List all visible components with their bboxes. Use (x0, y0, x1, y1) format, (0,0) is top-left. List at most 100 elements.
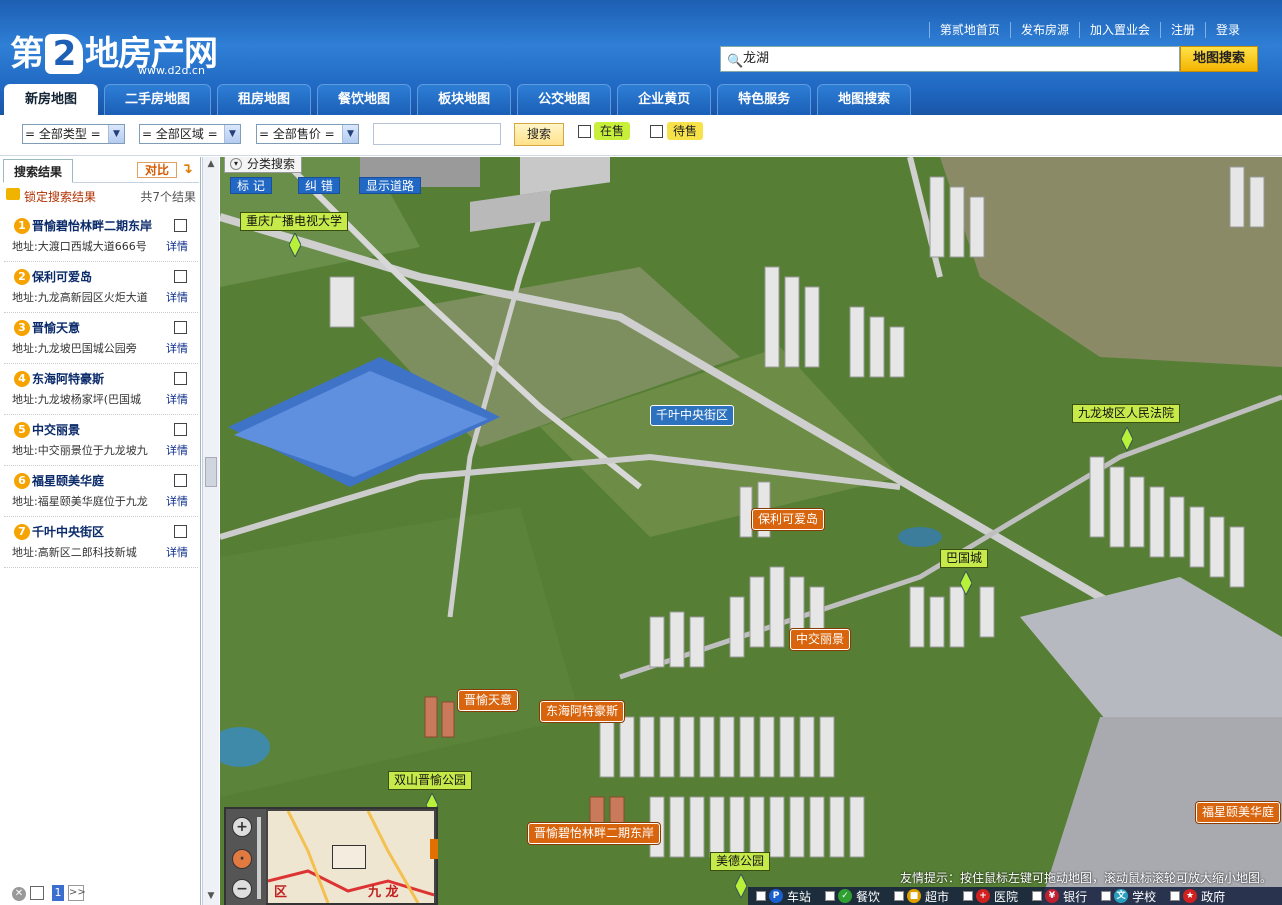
result-name-link[interactable]: 东海阿特豪斯 (32, 370, 104, 387)
poi-dining-toggle[interactable]: ✓ 餐饮 (817, 887, 886, 905)
map-property-label[interactable]: 中交丽景 (790, 629, 851, 650)
checkbox[interactable] (1032, 891, 1043, 901)
keyword-input[interactable] (373, 123, 501, 145)
results-scrollbar[interactable]: ▲ ▼ (202, 157, 219, 905)
result-name-link[interactable]: 千叶中央街区 (32, 523, 104, 540)
result-detail-link[interactable]: 详情 (166, 493, 188, 509)
list-view-icon[interactable] (30, 886, 44, 900)
tab-dining-map[interactable]: 餐饮地图 (317, 84, 412, 115)
lock-icon[interactable] (6, 188, 20, 200)
map-pin-icon[interactable] (1121, 427, 1133, 451)
map-property-label[interactable]: 千叶中央街区 (650, 405, 735, 426)
tab-rental-map[interactable]: 租房地图 (217, 84, 312, 115)
compare-arrow-icon[interactable]: ↴ (181, 161, 193, 177)
map-property-label[interactable]: 保利可爱岛 (752, 509, 825, 530)
map-poi-label[interactable]: 重庆广播电视大学 (240, 212, 349, 231)
compare-button[interactable]: 对比 (137, 162, 177, 178)
minimap-collapse-handle[interactable] (430, 839, 438, 859)
map-property-label[interactable]: 晋愉天意 (458, 690, 519, 711)
poi-station-toggle[interactable]: P 车站 (748, 887, 817, 905)
result-detail-link[interactable]: 详情 (166, 289, 188, 305)
checkbox[interactable] (963, 891, 974, 901)
result-compare-checkbox[interactable] (174, 525, 187, 538)
top-link-login[interactable]: 登录 (1204, 22, 1250, 38)
zoom-in-button[interactable]: + (232, 817, 252, 837)
result-compare-checkbox[interactable] (174, 474, 187, 487)
result-compare-checkbox[interactable] (174, 423, 187, 436)
map-canvas[interactable]: ▾ 分类搜索 标 记 纠 错 显示道路 重庆广播电视大学 九龙坡区人民法院 巴国… (220, 157, 1282, 905)
map-property-label[interactable]: 晋愉碧怡林畔二期东岸 (528, 823, 661, 844)
top-link-register[interactable]: 注册 (1159, 22, 1205, 38)
area-select[interactable]: = 全部区域 = ▼ (139, 124, 241, 144)
map-pin-icon[interactable] (289, 233, 301, 257)
scroll-down-icon[interactable]: ▼ (205, 891, 217, 903)
close-icon[interactable]: ✕ (12, 887, 26, 901)
result-compare-checkbox[interactable] (174, 372, 187, 385)
map-pin-icon[interactable] (960, 571, 972, 595)
result-compare-checkbox[interactable] (174, 219, 187, 232)
checkbox[interactable] (1101, 891, 1112, 901)
scroll-up-icon[interactable]: ▲ (205, 159, 217, 171)
filter-search-button[interactable]: 搜索 (514, 123, 564, 146)
result-name-link[interactable]: 福星颐美华庭 (32, 472, 104, 489)
type-select[interactable]: = 全部类型 = ▼ (22, 124, 125, 144)
tab-new-house-map[interactable]: 新房地图 (4, 84, 99, 115)
correction-button[interactable]: 纠 错 (298, 177, 340, 194)
tab-district-map[interactable]: 板块地图 (417, 84, 512, 115)
poi-hospital-toggle[interactable]: + 医院 (955, 887, 1024, 905)
checkbox[interactable] (756, 891, 766, 901)
result-name-link[interactable]: 晋愉天意 (32, 319, 80, 336)
checkbox[interactable] (894, 891, 905, 901)
page-number-current[interactable]: 1 (52, 885, 64, 901)
tab-special-services[interactable]: 特色服务 (717, 84, 812, 115)
minimap-viewport[interactable] (332, 845, 366, 869)
price-select[interactable]: = 全部售价 = ▼ (256, 124, 359, 144)
site-logo[interactable]: 第 2 地房产网 www.d2d.cn (10, 26, 218, 77)
top-link-join[interactable]: 加入置业会 (1078, 22, 1160, 38)
map-search-button[interactable]: 地图搜索 (1180, 46, 1258, 72)
map-poi-label[interactable]: 双山晋愉公园 (388, 771, 473, 790)
poi-school-toggle[interactable]: 文学校 (1093, 887, 1162, 905)
scroll-thumb[interactable] (205, 457, 217, 487)
result-name-link[interactable]: 中交丽景 (32, 421, 80, 438)
map-pin-icon[interactable] (735, 874, 747, 898)
map-property-label[interactable]: 福星颐美华庭 (1196, 802, 1281, 823)
result-detail-link[interactable]: 详情 (166, 544, 188, 560)
tab-search-results[interactable]: 搜索结果 (3, 159, 73, 183)
map-poi-label[interactable]: 美德公园 (710, 852, 771, 871)
result-detail-link[interactable]: 详情 (166, 238, 188, 254)
top-link-home[interactable]: 第贰地首页 (928, 22, 1010, 38)
result-detail-link[interactable]: 详情 (166, 391, 188, 407)
tab-second-hand-map[interactable]: 二手房地图 (104, 84, 212, 115)
poi-government-toggle[interactable]: ★ 政府 (1162, 887, 1231, 905)
poi-bank-toggle[interactable]: ¥ 银行 (1024, 887, 1093, 905)
map-poi-label[interactable]: 巴国城 (940, 549, 989, 568)
lock-results-label[interactable]: 锁定搜索结果 (24, 188, 96, 205)
category-search-button[interactable]: ▾ 分类搜索 (224, 157, 303, 173)
next-page-button[interactable]: >> (68, 885, 86, 901)
map-poi-label[interactable]: 九龙坡区人民法院 (1072, 404, 1181, 423)
on-sale-checkbox[interactable] (578, 125, 591, 138)
result-name-link[interactable]: 保利可爱岛 (32, 268, 92, 285)
minimap-view[interactable]: 区 九 龙 (268, 811, 434, 903)
mark-button[interactable]: 标 记 (230, 177, 272, 194)
zoom-level-handle[interactable]: · (232, 849, 252, 869)
result-compare-checkbox[interactable] (174, 270, 187, 283)
zoom-out-button[interactable]: − (232, 879, 252, 899)
zoom-slider-track[interactable] (257, 817, 261, 899)
tab-map-search[interactable]: 地图搜索 (817, 84, 912, 115)
top-link-post-listing[interactable]: 发布房源 (1009, 22, 1079, 38)
checkbox[interactable] (1170, 891, 1181, 901)
tab-yellow-pages[interactable]: 企业黄页 (617, 84, 712, 115)
result-name-link[interactable]: 晋愉碧怡林畔二期东岸 (32, 217, 152, 234)
poi-supermarket-toggle[interactable]: ■ 超市 (886, 887, 955, 905)
show-roads-button[interactable]: 显示道路 (359, 177, 422, 194)
result-compare-checkbox[interactable] (174, 321, 187, 334)
search-input[interactable]: 🔍 龙湖 (720, 46, 1180, 72)
pending-checkbox[interactable] (650, 125, 663, 138)
map-property-label[interactable]: 东海阿特豪斯 (540, 701, 625, 722)
overview-minimap[interactable]: + · − 区 九 龙 (224, 807, 438, 905)
result-detail-link[interactable]: 详情 (166, 340, 188, 356)
tab-transit-map[interactable]: 公交地图 (517, 84, 612, 115)
result-detail-link[interactable]: 详情 (166, 442, 188, 458)
